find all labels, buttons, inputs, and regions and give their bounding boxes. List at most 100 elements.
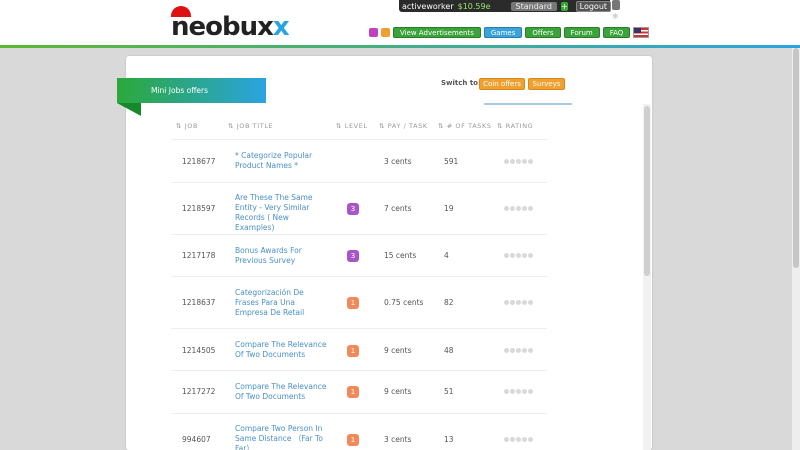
rating-dot-icon — [510, 389, 515, 394]
pay-per-task: 7 cents — [384, 204, 412, 213]
pay-per-task: 3 cents — [384, 157, 412, 166]
rating-stars — [504, 206, 533, 211]
tab-underline — [484, 103, 572, 105]
ribbon-fold — [117, 103, 141, 116]
nav-games[interactable]: Games — [483, 27, 523, 38]
page-scroll-thumb[interactable] — [793, 48, 799, 268]
header-divider — [171, 139, 547, 140]
us-flag-icon[interactable] — [633, 27, 650, 38]
surveys-button[interactable]: Surveys — [528, 78, 565, 90]
job-id: 1217272 — [182, 387, 216, 396]
upgrade-button[interactable]: + — [560, 1, 568, 11]
task-count: 591 — [444, 157, 459, 166]
rating-dot-icon — [504, 206, 509, 211]
job-title-link[interactable]: Categorización De Frases Para Una Empres… — [235, 288, 327, 318]
task-count: 82 — [444, 298, 454, 307]
account-type[interactable]: Standard — [510, 1, 557, 11]
rating-dot-icon — [528, 348, 533, 353]
rating-dot-icon — [516, 300, 521, 305]
level-badge: 3 — [347, 203, 359, 215]
col-job-title[interactable]: ⇅ JOB TITLE — [228, 122, 273, 130]
logout-button[interactable]: Logout — [575, 0, 612, 12]
rating-dot-icon — [504, 348, 509, 353]
neobux-logo[interactable]: neobuxx — [171, 6, 290, 42]
rating-dot-icon — [528, 389, 533, 394]
panel-scrollbar[interactable] — [643, 104, 651, 450]
col-tasks[interactable]: ⇅ # OF TASKS — [438, 122, 492, 130]
pay-per-task: 15 cents — [384, 251, 417, 260]
notification-icon[interactable] — [369, 28, 378, 37]
job-title-link[interactable]: Are These The Same Entity - Very Similar… — [235, 193, 327, 233]
row-divider — [171, 182, 547, 183]
pay-per-task: 9 cents — [384, 346, 412, 355]
col-job[interactable]: ⇅ JOB — [176, 122, 198, 130]
rating-dot-icon — [516, 437, 521, 442]
row-divider — [171, 370, 547, 371]
row-divider — [171, 328, 547, 329]
switch-label: Switch to: — [441, 79, 481, 87]
rating-stars — [504, 437, 533, 442]
rating-dot-icon — [504, 253, 509, 258]
rating-dot-icon — [516, 206, 521, 211]
rating-stars — [504, 253, 533, 258]
rating-dot-icon — [510, 348, 515, 353]
nav-view-ads[interactable]: View Advertisements — [393, 27, 481, 38]
rating-dot-icon — [504, 159, 509, 164]
rating-dot-icon — [528, 437, 533, 442]
lock-icon[interactable] — [612, 0, 620, 10]
col-pay[interactable]: ⇅ PAY / TASK — [379, 122, 428, 130]
col-level[interactable]: ⇅ LEVEL — [336, 122, 368, 130]
rating-dot-icon — [528, 159, 533, 164]
level-badge: 1 — [347, 386, 359, 398]
rating-dot-icon — [510, 300, 515, 305]
user-bar: activeworker $10.59e Standard + Logout — [399, 0, 612, 12]
pay-per-task: 3 cents — [384, 435, 412, 444]
task-count: 19 — [444, 204, 454, 213]
job-title-link[interactable]: Compare The Relevance Of Two Documents — [235, 382, 327, 402]
job-title-link[interactable]: Bonus Awards For Previous Survey — [235, 246, 327, 266]
nav-faq[interactable]: FAQ — [602, 27, 631, 38]
level-badge: 1 — [347, 345, 359, 357]
rating-dot-icon — [522, 300, 527, 305]
task-count: 51 — [444, 387, 454, 396]
alert-icon[interactable] — [381, 28, 390, 37]
rating-dot-icon — [510, 437, 515, 442]
rating-dot-icon — [516, 389, 521, 394]
rating-dot-icon — [516, 348, 521, 353]
rating-dot-icon — [504, 300, 509, 305]
job-id: 1218597 — [182, 204, 216, 213]
rating-dot-icon — [522, 348, 527, 353]
nav-forum[interactable]: Forum — [563, 27, 600, 38]
header-stripe — [0, 45, 800, 48]
level-badge: 1 — [347, 434, 359, 446]
rating-stars — [504, 348, 533, 353]
rating-dot-icon — [528, 253, 533, 258]
panel-scroll-thumb[interactable] — [644, 106, 650, 276]
coin-offers-button[interactable]: Coin offers — [479, 78, 525, 90]
job-id: 1218637 — [182, 298, 216, 307]
main-nav: View Advertisements Games Offers Forum F… — [369, 27, 650, 38]
page-scrollbar[interactable] — [792, 48, 800, 450]
nav-offers[interactable]: Offers — [525, 27, 561, 38]
rating-dot-icon — [516, 159, 521, 164]
task-count: 48 — [444, 346, 454, 355]
row-divider — [171, 234, 547, 235]
rating-dot-icon — [504, 389, 509, 394]
username[interactable]: activeworker — [402, 2, 454, 11]
rating-dot-icon — [522, 437, 527, 442]
job-id: 1217178 — [182, 251, 216, 260]
job-title-link[interactable]: Compare Two Person In Same Distance （Far… — [235, 424, 327, 450]
job-id: 1214505 — [182, 346, 216, 355]
snowflake-icon[interactable]: ❄ — [612, 12, 619, 21]
pay-per-task: 0.75 cents — [384, 298, 424, 307]
rating-dot-icon — [522, 389, 527, 394]
rating-dot-icon — [510, 253, 515, 258]
rating-stars — [504, 300, 533, 305]
job-title-link[interactable]: * Categorize Popular Product Names * — [235, 151, 327, 171]
row-divider — [171, 276, 547, 277]
job-id: 1218677 — [182, 157, 216, 166]
rating-dot-icon — [528, 206, 533, 211]
task-count: 13 — [444, 435, 454, 444]
col-rating[interactable]: ⇅ RATING — [497, 122, 533, 130]
job-title-link[interactable]: Compare The Relevance Of Two Documents — [235, 340, 327, 360]
